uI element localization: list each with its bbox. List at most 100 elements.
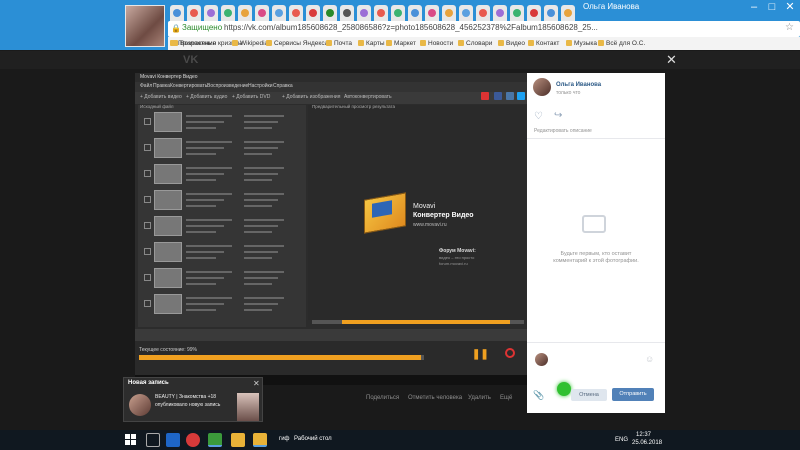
browser-tab[interactable] bbox=[510, 5, 524, 21]
browser-tab[interactable] bbox=[476, 5, 490, 21]
bookmark-video[interactable]: Видео bbox=[498, 38, 525, 49]
bookmark-mail[interactable]: Почта bbox=[326, 38, 352, 49]
movavi-logo-product: Конвертер Видео bbox=[413, 212, 474, 219]
browser-tab[interactable] bbox=[493, 5, 507, 21]
movavi-file-row bbox=[144, 242, 304, 264]
task-view-icon[interactable] bbox=[146, 433, 160, 447]
checkbox-icon bbox=[144, 144, 151, 151]
row-text-line bbox=[186, 297, 232, 299]
tab-favicon-icon bbox=[326, 9, 334, 17]
profile-photo[interactable] bbox=[125, 5, 165, 47]
movavi-add-images: + Добавить изображения bbox=[282, 94, 341, 100]
browser-tab[interactable] bbox=[425, 5, 439, 21]
browser-tab[interactable] bbox=[289, 5, 303, 21]
bookmark-wikipedia[interactable]: Wikipedia bbox=[232, 38, 268, 49]
row-format-line bbox=[244, 297, 284, 299]
bookmark-vk[interactable]: Контакт bbox=[528, 38, 559, 49]
movavi-menu-edit: Правка bbox=[153, 83, 170, 89]
movavi-controls bbox=[135, 329, 527, 341]
taskbar-gif-label[interactable]: гиф bbox=[279, 436, 289, 442]
avatar[interactable] bbox=[533, 78, 551, 96]
delete-link[interactable]: Удалить bbox=[468, 395, 491, 401]
maximize-icon[interactable]: □ bbox=[763, 0, 781, 14]
close-window-icon[interactable]: ✕ bbox=[781, 0, 799, 14]
row-text-line bbox=[186, 141, 232, 143]
movavi-preview-header: Предварительный просмотр результата bbox=[312, 104, 396, 109]
bookmark-music[interactable]: Музыка bbox=[566, 38, 597, 49]
bookmark-star-icon[interactable]: ☆ bbox=[785, 22, 794, 33]
bookmark-news[interactable]: Новости bbox=[420, 38, 453, 49]
browser-tab[interactable] bbox=[340, 5, 354, 21]
browser-tab[interactable] bbox=[306, 5, 320, 21]
row-format-line bbox=[244, 167, 284, 169]
author-name[interactable]: Ольга Иванова bbox=[556, 82, 601, 88]
browser-tab[interactable] bbox=[323, 5, 337, 21]
bookmark-yandex-services[interactable]: Сервисы Яндекса bbox=[266, 38, 328, 49]
browser-tab[interactable] bbox=[272, 5, 286, 21]
browser-tab[interactable] bbox=[221, 5, 235, 21]
language-indicator[interactable]: ENG bbox=[615, 437, 628, 443]
tag-person-link[interactable]: Отметить человека bbox=[408, 395, 462, 401]
share-icon[interactable]: ↪ bbox=[554, 110, 562, 121]
browser-tab[interactable] bbox=[238, 5, 252, 21]
divider bbox=[527, 342, 665, 343]
taskbar-desktop-label[interactable]: Рабочий стол bbox=[294, 436, 332, 442]
browser-tab[interactable] bbox=[561, 5, 575, 21]
like-icon[interactable]: ♡ bbox=[534, 111, 543, 122]
movavi-add-dvd: + Добавить DVD bbox=[232, 94, 271, 100]
row-text-line bbox=[186, 115, 232, 117]
bookmark-dictionaries[interactable]: Словари bbox=[458, 38, 492, 49]
attach-icon[interactable]: 📎 bbox=[533, 390, 544, 401]
share-link[interactable]: Поделиться bbox=[366, 395, 399, 401]
browser-tab[interactable] bbox=[408, 5, 422, 21]
browser-tab[interactable] bbox=[527, 5, 541, 21]
vk-share-icon bbox=[506, 92, 514, 100]
browser-tab[interactable] bbox=[357, 5, 371, 21]
more-link[interactable]: Ещё bbox=[500, 395, 512, 401]
clock-date[interactable]: 25.06.2018 bbox=[632, 440, 662, 446]
profile-name[interactable]: Ольга Иванова bbox=[583, 2, 639, 11]
row-format-line bbox=[244, 257, 272, 259]
chrome-icon[interactable] bbox=[208, 433, 222, 447]
browser-tab[interactable] bbox=[255, 5, 269, 21]
url-text[interactable]: https://vk.com/album185608628_258086586?… bbox=[224, 23, 598, 32]
map-icon bbox=[358, 40, 364, 46]
ie-icon[interactable] bbox=[166, 433, 180, 447]
checkbox-icon bbox=[144, 196, 151, 203]
gif-folder-icon[interactable] bbox=[253, 433, 267, 447]
address-bar[interactable]: 🔒 Защищено https://vk.com/album185608628… bbox=[168, 21, 800, 37]
browser-tab[interactable] bbox=[391, 5, 405, 21]
notification-close-icon[interactable]: ✕ bbox=[253, 379, 260, 388]
send-button[interactable]: Отправить bbox=[612, 388, 654, 401]
browser-tab[interactable] bbox=[374, 5, 388, 21]
bookmark-maps[interactable]: Карты bbox=[358, 38, 385, 49]
minimize-icon[interactable]: – bbox=[745, 0, 763, 14]
browser-tab[interactable] bbox=[544, 5, 558, 21]
notification-title: Новая запись bbox=[128, 380, 169, 386]
row-text-line bbox=[186, 251, 224, 253]
close-icon[interactable]: ✕ bbox=[666, 52, 677, 68]
row-text-line bbox=[186, 147, 224, 149]
browser-tab[interactable] bbox=[459, 5, 473, 21]
browser-tab[interactable] bbox=[187, 5, 201, 21]
emoji-icon[interactable]: ☺ bbox=[645, 354, 654, 364]
checkbox-icon bbox=[144, 300, 151, 307]
row-format-line bbox=[244, 127, 272, 129]
edit-description-link[interactable]: Редактировать описание bbox=[534, 128, 592, 134]
browser-tab[interactable] bbox=[170, 5, 184, 21]
folder-icon[interactable] bbox=[231, 433, 245, 447]
browser-tab[interactable] bbox=[442, 5, 456, 21]
cancel-button[interactable]: Отмена bbox=[571, 389, 607, 401]
clock-time[interactable]: 12:37 bbox=[636, 432, 651, 438]
bookmark-all-for-os[interactable]: Всё для О.С. bbox=[598, 38, 645, 49]
lock-icon: 🔒 bbox=[171, 24, 181, 33]
bookmark-market[interactable]: Маркет bbox=[386, 38, 416, 49]
windows-start-icon[interactable] bbox=[125, 434, 137, 446]
row-text-line bbox=[186, 303, 224, 305]
browser-tab[interactable] bbox=[204, 5, 218, 21]
movavi-file-list-header: Исходный файл bbox=[140, 104, 174, 109]
record-icon[interactable] bbox=[186, 433, 200, 447]
vk-logo[interactable]: VK bbox=[183, 54, 198, 66]
movavi-menu-help: Справка bbox=[273, 83, 293, 89]
row-format-line bbox=[244, 147, 278, 149]
